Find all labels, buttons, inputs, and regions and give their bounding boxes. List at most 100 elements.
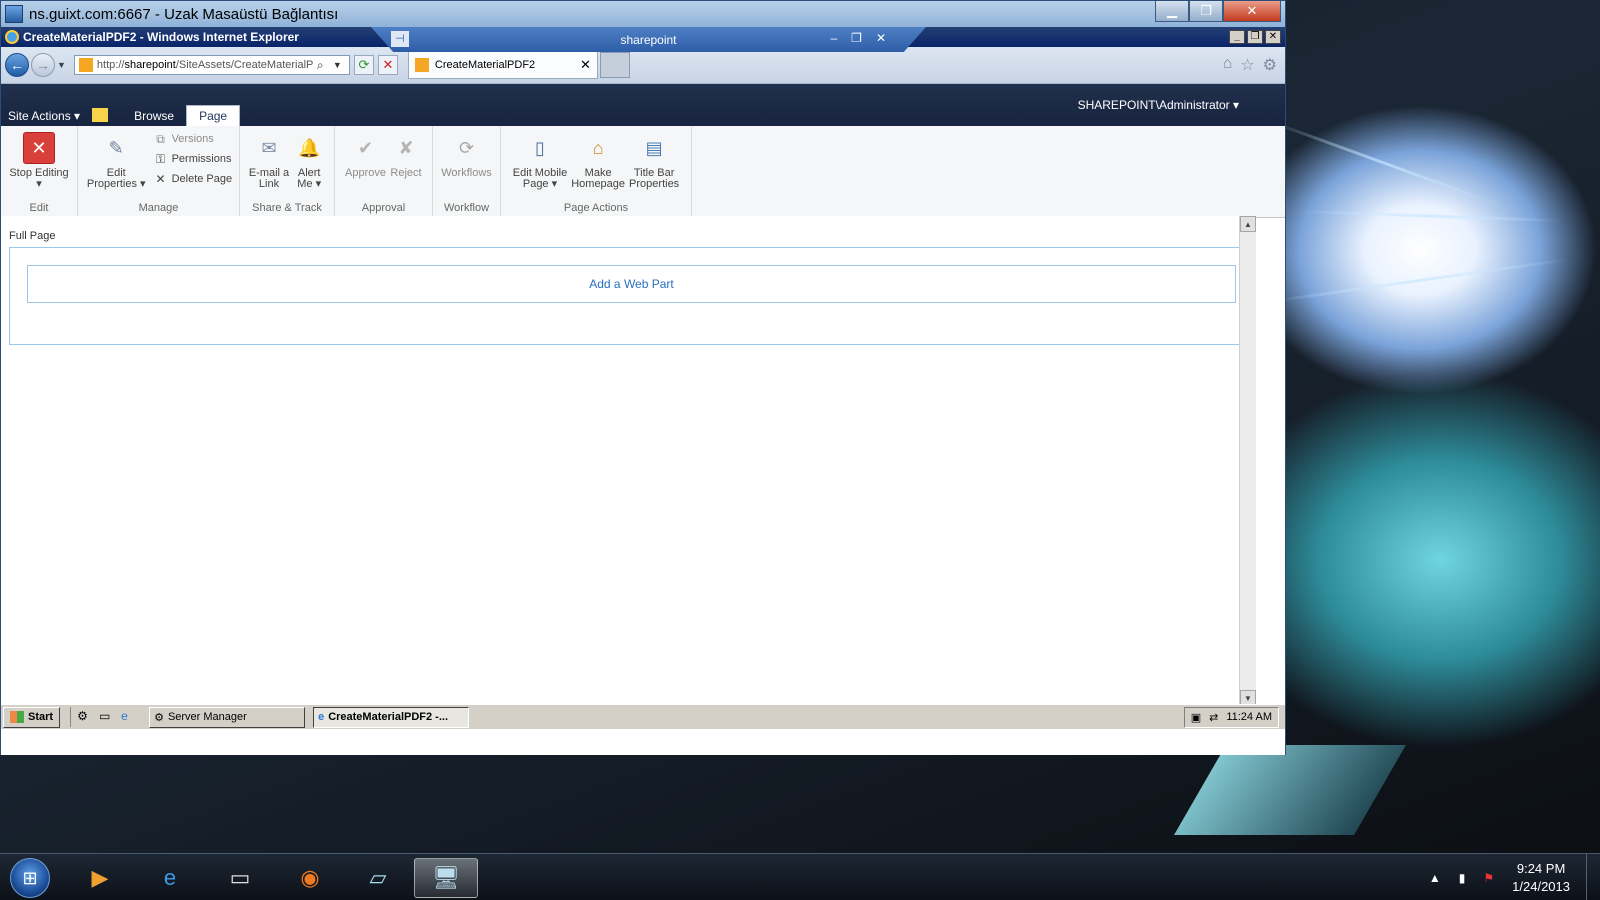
light-beam — [1299, 210, 1560, 223]
forward-button[interactable]: → — [31, 53, 55, 77]
ribbon-group-workflow: ⟳ Workflows Workflow — [433, 126, 501, 217]
ie-close-button[interactable]: ✕ — [1265, 30, 1281, 44]
close-button[interactable]: ✕ — [1223, 1, 1281, 22]
internet-explorer-icon[interactable]: e — [138, 858, 202, 898]
desktop-icon[interactable]: ▭ — [99, 709, 115, 725]
ribbon-group-approval: ✔ Approve ✘ Reject Approval — [335, 126, 433, 217]
windows-flag-icon — [10, 711, 24, 723]
ie-minimize-button[interactable]: _ — [1229, 30, 1245, 44]
light-beam — [1269, 258, 1568, 303]
taskbar-server-manager[interactable]: ⚙ Server Manager — [149, 706, 306, 728]
favorites-star-icon[interactable]: ☆ — [1240, 55, 1254, 75]
page-content: Full Page Add a Web Part ▲ ▼ — [1, 216, 1256, 706]
scroll-up-icon[interactable]: ▲ — [1240, 216, 1256, 232]
approve-icon: ✔ — [357, 137, 374, 158]
remote-session: CreateMaterialPDF2 - Windows Internet Ex… — [1, 27, 1285, 755]
start-orb[interactable]: ⊞ — [10, 858, 50, 898]
host-clock[interactable]: 9:24 PM 1/24/2013 — [1512, 860, 1570, 896]
home-icon[interactable]: ⌂ — [1223, 55, 1233, 75]
permissions-button[interactable]: ⚿ Permissions — [154, 152, 233, 166]
browser-tab[interactable]: CreateMaterialPDF2 ✕ — [407, 51, 598, 79]
tab-close-icon[interactable]: ✕ — [580, 57, 591, 73]
connection-bar-controls: – ❐ ✕ — [830, 31, 886, 45]
ie-icon — [5, 30, 19, 44]
conn-minimize-icon[interactable]: – — [830, 31, 837, 45]
vertical-scrollbar[interactable]: ▲ ▼ — [1239, 216, 1256, 706]
address-url: http://sharepoint/SiteAssets/CreateMater… — [96, 59, 314, 71]
site-actions-menu[interactable]: Site Actions ▾ — [1, 109, 88, 126]
ie-window-controls: _ ❐ ✕ — [1229, 30, 1281, 44]
group-label: Workflow — [443, 202, 490, 214]
user-menu[interactable]: SHAREPOINT\Administrator ▾ — [1078, 98, 1239, 112]
server-manager-small-icon: ⚙ — [154, 711, 164, 724]
refresh-button[interactable]: ⟳ — [353, 55, 374, 75]
home-page-icon: ⌂ — [592, 137, 604, 158]
show-hidden-icons[interactable]: ▲ — [1429, 871, 1441, 885]
ribbon-group-manage: ✎ Edit Properties ▾ ⧉ Versions ⚿ Permissio… — [78, 126, 240, 217]
ribbon-tabs: Site Actions ▾ Browse Page — [1, 104, 241, 126]
reject-icon: ✘ — [398, 137, 414, 158]
server-manager-icon[interactable]: ⚙ — [77, 709, 93, 725]
permissions-icon: ⚿ — [156, 151, 166, 166]
taskbar-ie-window[interactable]: e CreateMaterialPDF2 -... — [313, 706, 470, 728]
tab-page[interactable]: Page — [186, 105, 241, 126]
versions-button[interactable]: ⧉ Versions — [154, 132, 233, 146]
media-player-icon[interactable]: ▶ — [68, 858, 132, 898]
signal-icon[interactable]: ▮ — [1459, 871, 1466, 885]
delete-page-button[interactable]: ✕ Delete Page — [154, 172, 233, 186]
remote-taskbar: Start ⚙ ▭ e ⚙ Server Manager e CreateMat… — [1, 704, 1285, 729]
title-bar-icon: ▤ — [645, 137, 663, 158]
remote-start-button[interactable]: Start — [3, 706, 61, 728]
group-label: Manage — [138, 202, 179, 214]
action-center-flag-icon[interactable]: ⚑ — [1483, 871, 1494, 885]
group-label: Approval — [361, 202, 406, 214]
search-icon[interactable]: ⌕ — [317, 58, 333, 73]
group-label: Share & Track — [252, 202, 322, 214]
light-ray — [1174, 745, 1406, 835]
minimize-button[interactable]: ▁ — [1155, 1, 1189, 22]
show-desktop-button[interactable] — [1586, 854, 1600, 900]
group-label: Page Actions — [563, 202, 629, 214]
pin-icon[interactable]: ⊣ — [391, 31, 409, 47]
ie-quick-icon[interactable]: e — [121, 709, 137, 725]
host-tray: ▲ ▮ ⚑ 9:24 PM 1/24/2013 — [1429, 860, 1570, 896]
navigate-up-icon[interactable] — [92, 108, 109, 122]
tray-app-icon[interactable]: ▣ — [1191, 711, 1201, 724]
new-tab-button[interactable] — [599, 52, 630, 78]
conn-close-icon[interactable]: ✕ — [876, 31, 886, 45]
ie-restore-button[interactable]: ❐ — [1247, 30, 1263, 44]
delete-icon: ✕ — [155, 172, 166, 186]
edit-properties-icon: ✎ — [108, 137, 124, 158]
sharepoint-favicon — [78, 58, 93, 72]
ie-small-icon: e — [318, 711, 325, 723]
versions-icon: ⧉ — [156, 131, 165, 146]
firefox-icon[interactable]: ◉ — [278, 858, 342, 898]
stop-button[interactable]: ✕ — [377, 55, 398, 75]
add-web-part-button[interactable]: Add a Web Part — [27, 265, 1236, 303]
tab-favicon — [414, 58, 429, 72]
bell-icon: 🔔 — [297, 137, 321, 158]
ribbon-group-share: ✉ E-mail a Link 🔔 Alert Me ▾ Share & Tra… — [240, 126, 335, 217]
command-prompt-icon[interactable]: ▭ — [208, 858, 272, 898]
address-bar[interactable]: http://sharepoint/SiteAssets/CreateMater… — [73, 55, 350, 75]
history-dropdown-icon[interactable]: ▼ — [57, 60, 66, 70]
back-button[interactable]: ← — [5, 53, 29, 77]
tab-browse[interactable]: Browse — [122, 106, 186, 126]
conn-restore-icon[interactable]: ❐ — [851, 31, 862, 45]
light-beam — [1269, 120, 1506, 209]
connection-name: sharepoint — [620, 32, 677, 47]
address-dropdown-icon[interactable]: ▼ — [333, 60, 349, 70]
email-icon: ✉ — [261, 137, 277, 158]
notepad-icon[interactable]: ▱ — [346, 858, 410, 898]
rdp-title: ns.guixt.com:6667 - Uzak Masaüstü Bağlan… — [29, 5, 339, 23]
rdp-titlebar[interactable]: ns.guixt.com:6667 - Uzak Masaüstü Bağlan… — [1, 1, 1285, 27]
restore-button[interactable]: ❐ — [1189, 1, 1223, 22]
tools-gear-icon[interactable]: ⚙ — [1263, 55, 1277, 75]
workflows-icon: ⟳ — [458, 137, 475, 158]
ribbon-group-page-actions: ▯ Edit Mobile Page ▾ ⌂ Make Homepage ▤ T… — [501, 126, 692, 217]
remote-tray: ▣ ⇄ 11:24 AM — [1183, 706, 1279, 728]
network-icon[interactable]: ⇄ — [1209, 711, 1218, 724]
remote-desktop-icon[interactable]: 🖥 — [414, 858, 478, 898]
rdp-connection-bar: ⊣ sharepoint – ❐ ✕ — [371, 27, 926, 52]
remote-clock[interactable]: 11:24 AM — [1226, 711, 1272, 723]
